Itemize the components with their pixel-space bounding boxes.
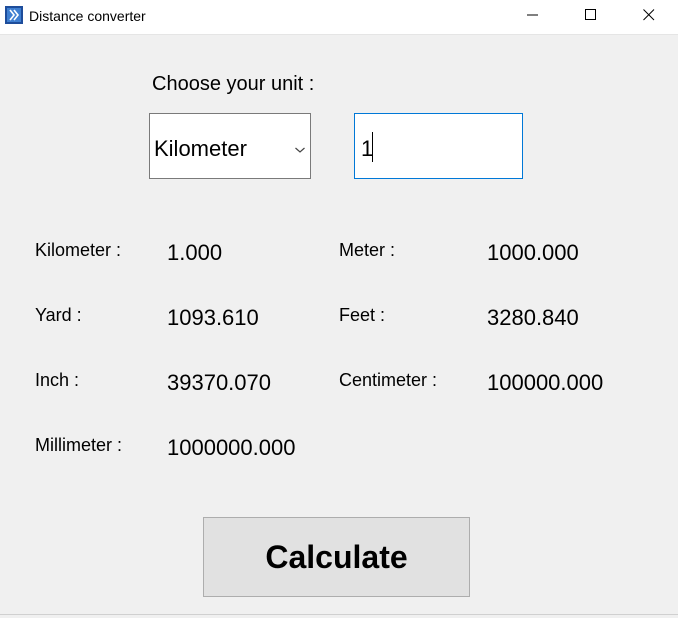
choose-unit-label: Choose your unit : — [152, 73, 315, 95]
yard-value: 1093.610 — [167, 305, 259, 330]
meter-value: 1000.000 — [487, 240, 579, 265]
selected-unit-value: Kilometer — [154, 136, 247, 161]
main-content: Choose your unit : Kilometer 1 Kilometer… — [0, 35, 678, 615]
maximize-button[interactable] — [562, 0, 620, 34]
app-window: Distance converter Choose your unit : Ki… — [0, 0, 678, 618]
chevron-down-icon — [294, 142, 306, 153]
meter-label: Meter : — [339, 240, 396, 260]
centimeter-value: 100000.000 — [487, 370, 604, 395]
close-icon — [643, 8, 655, 26]
millimeter-value: 1000000.000 — [167, 435, 296, 460]
app-icon — [5, 6, 23, 24]
feet-label: Feet : — [339, 305, 386, 325]
value-input[interactable]: 1 — [354, 113, 523, 179]
yard-label: Yard : — [35, 305, 82, 325]
minimize-button[interactable] — [504, 0, 562, 34]
calculate-button[interactable]: Calculate — [203, 517, 470, 597]
inch-label: Inch : — [35, 370, 80, 390]
centimeter-label: Centimeter : — [339, 370, 438, 390]
inch-value: 39370.070 — [167, 370, 271, 395]
minimize-icon — [527, 8, 539, 26]
kilometer-label: Kilometer : — [35, 240, 122, 260]
millimeter-label: Millimeter : — [35, 435, 123, 455]
kilometer-value: 1.000 — [167, 240, 223, 265]
text-caret — [372, 132, 373, 162]
close-button[interactable] — [620, 0, 678, 34]
maximize-icon — [585, 8, 597, 26]
feet-value: 3280.840 — [487, 305, 579, 330]
unit-dropdown[interactable]: Kilometer — [149, 113, 311, 179]
title-bar[interactable]: Distance converter — [0, 0, 678, 35]
window-title: Distance converter — [29, 8, 146, 24]
window-bottom-border — [0, 614, 678, 615]
